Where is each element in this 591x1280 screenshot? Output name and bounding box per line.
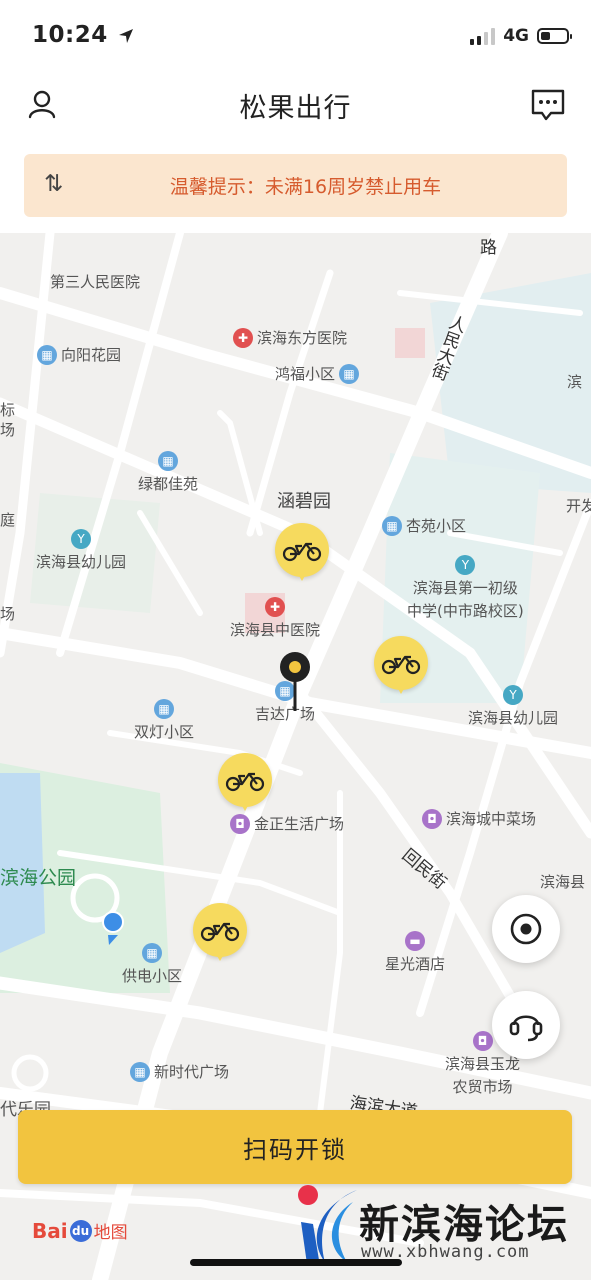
building-icon: ▦ — [154, 699, 174, 719]
poi-xingguang[interactable]: ▬ 星光酒店 — [385, 931, 445, 974]
bike-marker[interactable] — [193, 903, 247, 967]
network-type: 4G — [503, 26, 529, 46]
time-text: 10:24 — [32, 22, 108, 48]
poi-shuangdeng[interactable]: ▦ 双灯小区 — [134, 699, 194, 742]
poi-lvdu[interactable]: ▦ 绿都佳苑 — [138, 451, 198, 494]
poi-gongdian[interactable]: ▦ 供电小区 — [122, 943, 182, 986]
poi-edge-kaifa: 开发 — [566, 497, 591, 515]
poi-hongfu[interactable]: 鸿福小区 ▦ — [275, 363, 360, 384]
bike-icon — [225, 772, 265, 792]
customer-service-button[interactable] — [492, 991, 560, 1059]
battery-icon — [537, 28, 572, 44]
school-icon: Y — [503, 685, 523, 705]
baidu-map-logo: Bai du 地图 — [32, 1218, 128, 1244]
bike-marker[interactable] — [218, 753, 272, 817]
hotel-icon: ▬ — [405, 931, 425, 951]
location-arrow-icon — [119, 28, 134, 43]
headset-icon — [509, 1015, 543, 1042]
building-icon: ▦ — [158, 451, 178, 471]
scan-unlock-button[interactable]: 扫码开锁 — [18, 1110, 572, 1184]
nav-bar: 松果出行 — [0, 70, 591, 140]
locate-icon — [510, 913, 542, 945]
school-icon: Y — [71, 529, 91, 549]
building-icon: ▦ — [339, 363, 360, 384]
message-icon[interactable] — [530, 88, 566, 122]
school-icon: Y — [455, 555, 476, 575]
forum-logo-icon — [298, 1185, 357, 1264]
shopping-icon: ◘ — [422, 808, 442, 829]
signal-icon — [470, 27, 496, 45]
poi-new-era[interactable]: ▦ 新时代广场 — [130, 1061, 229, 1082]
poi-dongfang-hospital[interactable]: ✚ 滨海东方医院 — [233, 327, 347, 348]
bike-icon — [200, 922, 240, 942]
poi-city-market[interactable]: ◘ 滨海城中菜场 — [422, 808, 536, 829]
poi-edge-ting: 庭 — [0, 511, 16, 529]
my-location-icon — [102, 911, 124, 945]
bike-icon — [381, 655, 421, 675]
poi-middle-school[interactable]: Y 滨海县第一初级 中学(中市路校区) — [407, 555, 524, 621]
poi-edge-binhaixian: 滨海县 — [540, 873, 586, 891]
road-edge-lu: 路 — [480, 238, 497, 258]
poi-edge-biao: 标 — [0, 401, 16, 419]
poi-kindergarten-east[interactable]: Y 滨海县幼儿园 — [468, 685, 558, 728]
home-indicator — [190, 1259, 402, 1266]
poi-third-hospital[interactable]: 第三人民医院 — [50, 271, 140, 292]
status-indicators: 4G — [470, 25, 572, 47]
building-icon: ▦ — [37, 344, 57, 365]
poi-park[interactable]: 滨海公园 — [0, 863, 76, 890]
bike-icon — [282, 542, 322, 562]
poi-edge-chang2: 场 — [0, 605, 16, 623]
building-icon: ▦ — [130, 1061, 150, 1082]
building-icon: ▦ — [142, 943, 162, 963]
status-bar: 10:24 4G — [0, 0, 591, 70]
poi-edge-chang: 场 — [0, 421, 16, 439]
poi-hanbiyuan[interactable]: 涵碧园 — [277, 487, 331, 513]
shopping-icon: ◘ — [472, 1031, 493, 1051]
page-title: 松果出行 — [239, 93, 352, 124]
center-pin-icon — [280, 652, 310, 711]
status-time: 10:24 — [32, 22, 134, 48]
notice-banner[interactable]: ⇅ 温馨提示：未满16周岁禁止用车 — [24, 154, 567, 217]
bike-marker[interactable] — [374, 636, 428, 700]
poi-xiangyang[interactable]: ▦ 向阳花园 — [37, 344, 121, 365]
hospital-icon: ✚ — [233, 327, 253, 348]
notice-text: 温馨提示：未满16周岁禁止用车 — [169, 176, 442, 198]
poi-edge-bin: 滨 — [567, 373, 583, 391]
poi-kindergarten-west[interactable]: Y 滨海县幼儿园 — [36, 529, 126, 572]
building-icon: ▦ — [382, 515, 402, 536]
poi-xingyuan[interactable]: ▦ 杏苑小区 — [382, 515, 466, 536]
bike-marker[interactable] — [275, 523, 329, 587]
locate-button[interactable] — [492, 895, 560, 963]
poi-tcm-hospital[interactable]: ✚ 滨海县中医院 — [230, 597, 320, 640]
hospital-icon: ✚ — [265, 597, 285, 617]
